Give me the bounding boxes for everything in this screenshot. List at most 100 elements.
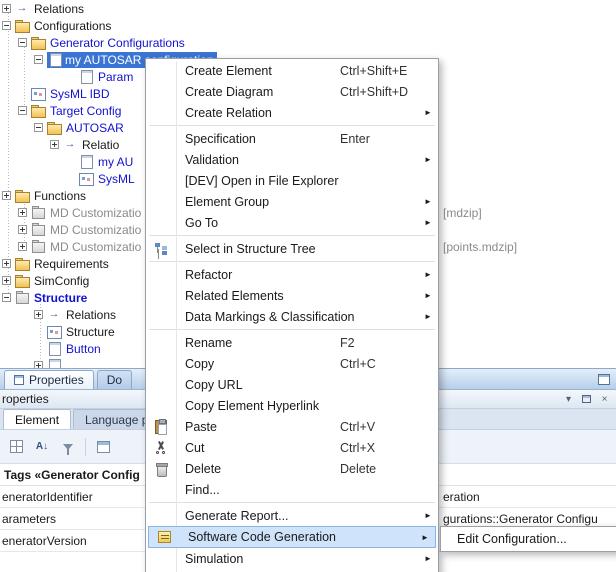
properties-tab-icon <box>14 375 24 385</box>
panel-caption-icons: ▾ × <box>562 393 611 406</box>
menu-item-specification[interactable]: Specification Enter <box>146 128 438 149</box>
tab-properties[interactable]: Properties <box>4 370 94 389</box>
tree-item-generator-configurations[interactable]: Generator Configurations <box>0 34 616 51</box>
expand-icon[interactable] <box>18 242 27 251</box>
menu-item-data-markings-classification[interactable]: Data Markings & Classification ► <box>146 306 438 327</box>
menu-icon-slot <box>146 60 176 81</box>
menu-item-validation[interactable]: Validation ► <box>146 149 438 170</box>
menu-icon-slot <box>146 102 176 123</box>
tree-item-label: Generator Configurations <box>48 35 187 51</box>
menu-item-dev-open-in-file-explorer[interactable]: [DEV] Open in File Explorer <box>146 170 438 191</box>
section-header-label: Tags «Generator Config <box>4 468 140 482</box>
property-value[interactable]: gurations::Generator Configu <box>443 512 598 526</box>
folder-icon <box>15 189 29 202</box>
menu-item-select-in-structure-tree[interactable]: Select in Structure Tree <box>146 238 438 259</box>
menu-item-label: Rename <box>176 336 340 350</box>
expand-icon[interactable] <box>18 225 27 234</box>
menu-item-cut[interactable]: Cut Ctrl+X <box>146 437 438 458</box>
panel-menu-icon[interactable]: ▾ <box>562 393 575 406</box>
tree-item-label: SysML IBD <box>48 86 112 102</box>
expand-icon[interactable] <box>34 310 43 319</box>
submenu-arrow-icon: ► <box>424 312 438 321</box>
select-in-structure-tree-icon <box>155 242 168 255</box>
expand-icon[interactable] <box>18 208 27 217</box>
expand-icon[interactable] <box>2 191 11 200</box>
menu-shortcut: Delete <box>340 462 424 476</box>
relations-icon: → <box>63 138 77 151</box>
menu-item-find[interactable]: Find... <box>146 479 438 500</box>
tree-item-suffix: [points.mdzip] <box>443 240 517 254</box>
menu-item-create-diagram[interactable]: Create Diagram Ctrl+Shift+D <box>146 81 438 102</box>
tree-item-label: Button <box>64 341 103 357</box>
tree-item-label: my AU <box>96 154 135 170</box>
expand-icon[interactable] <box>2 4 11 13</box>
float-panel-icon[interactable] <box>598 374 610 385</box>
submenu-arrow-icon: ► <box>424 291 438 300</box>
collapse-icon[interactable] <box>34 55 43 64</box>
tree-item-relations[interactable]: → Relations <box>0 0 616 17</box>
tree-item-label: Relations <box>64 307 118 323</box>
menu-separator <box>149 261 435 262</box>
submenu-arrow-icon: ► <box>421 533 435 542</box>
menu-item-generate-report[interactable]: Generate Report... ► <box>146 505 438 526</box>
menu-item-go-to[interactable]: Go To ► <box>146 212 438 233</box>
grid-view-icon[interactable] <box>7 438 25 456</box>
filter-icon[interactable] <box>59 438 77 456</box>
relations-icon: → <box>15 2 29 15</box>
menu-item-refactor[interactable]: Refactor ► <box>146 264 438 285</box>
menu-item-create-relation[interactable]: Create Relation ► <box>146 102 438 123</box>
panel-float-icon[interactable] <box>580 393 593 406</box>
tab-documentation[interactable]: Do <box>97 370 132 389</box>
menu-item-copy-element-hyperlink[interactable]: Copy Element Hyperlink <box>146 395 438 416</box>
menu-item-software-code-generation[interactable]: Software Code Generation ► <box>148 526 436 548</box>
expand-icon[interactable] <box>2 259 11 268</box>
sort-alpha-icon[interactable]: A↓ <box>33 438 51 456</box>
expand-icon[interactable] <box>2 276 11 285</box>
submenu-arrow-icon: ► <box>424 218 438 227</box>
collapse-icon[interactable] <box>34 123 43 132</box>
menu-item-copy-url[interactable]: Copy URL <box>146 374 438 395</box>
package-icon <box>31 240 45 253</box>
submenu-arrow-icon: ► <box>424 155 438 164</box>
property-value[interactable]: eration <box>443 490 480 504</box>
tree-item-configurations[interactable]: Configurations <box>0 17 616 34</box>
software-code-generation-icon <box>158 531 171 543</box>
columns-icon[interactable] <box>94 438 112 456</box>
menu-item-label: Edit Configuration... <box>457 532 616 546</box>
diagram-icon <box>47 325 61 338</box>
menu-shortcut: Ctrl+Shift+E <box>340 64 424 78</box>
element-icon <box>79 155 93 168</box>
menu-icon-slot <box>146 212 176 233</box>
menu-item-related-elements[interactable]: Related Elements ► <box>146 285 438 306</box>
submenu-arrow-icon: ► <box>424 197 438 206</box>
panel-close-icon[interactable]: × <box>598 393 611 406</box>
menu-icon-slot <box>146 505 176 526</box>
menu-item-label: Simulation <box>176 552 424 566</box>
menu-icon-slot <box>146 306 176 327</box>
menu-item-simulation[interactable]: Simulation ► <box>146 548 438 569</box>
tab-element[interactable]: Element <box>3 409 71 429</box>
menu-item-label: Copy <box>176 357 340 371</box>
menu-item-label: Validation <box>176 153 424 167</box>
menu-item-delete[interactable]: Delete Delete <box>146 458 438 479</box>
menu-icon-slot <box>146 548 176 569</box>
menu-item-copy[interactable]: Copy Ctrl+C <box>146 353 438 374</box>
expand-icon[interactable] <box>50 140 59 149</box>
menu-item-paste[interactable]: Paste Ctrl+V <box>146 416 438 437</box>
menu-separator <box>149 329 435 330</box>
collapse-icon[interactable] <box>2 21 11 30</box>
folder-icon <box>31 36 45 49</box>
menu-item-label: Delete <box>176 462 340 476</box>
collapse-icon[interactable] <box>2 293 11 302</box>
menu-item-rename[interactable]: Rename F2 <box>146 332 438 353</box>
menu-icon-slot <box>146 170 176 191</box>
expand-icon[interactable] <box>34 361 43 368</box>
collapse-icon[interactable] <box>18 38 27 47</box>
grid-glyph <box>10 440 23 453</box>
collapse-icon[interactable] <box>18 106 27 115</box>
menu-item-create-element[interactable]: Create Element Ctrl+Shift+E <box>146 60 438 81</box>
menu-icon-slot <box>146 416 176 437</box>
menu-item-element-group[interactable]: Element Group ► <box>146 191 438 212</box>
submenu-item-edit-configuration[interactable]: Edit Configuration... <box>441 528 616 550</box>
menu-separator <box>149 125 435 126</box>
